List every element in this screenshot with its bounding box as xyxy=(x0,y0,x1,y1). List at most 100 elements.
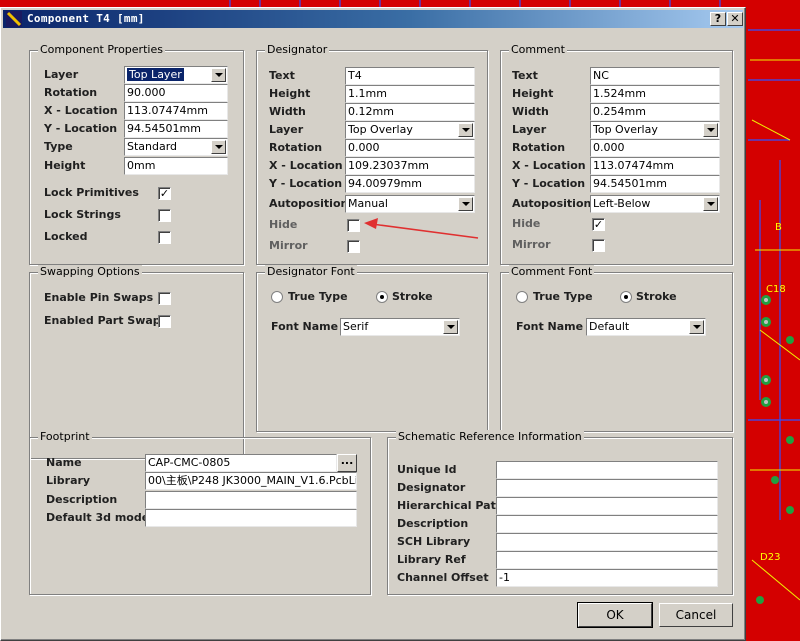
cancel-button[interactable]: Cancel xyxy=(659,603,733,627)
y-location-input[interactable]: 94.54501mm xyxy=(124,120,228,138)
comment-stroke-radio[interactable] xyxy=(620,291,632,303)
layer-select[interactable]: Top Layer xyxy=(124,66,228,84)
comment-font-group: Comment Font True Type Stroke Font Name … xyxy=(500,265,733,432)
channel-offset-input[interactable]: -1 xyxy=(496,569,718,587)
comment-rotation-label: Rotation xyxy=(512,141,566,154)
comment-rotation-input[interactable]: 0.000 xyxy=(590,139,720,157)
comment-autoposition-select[interactable]: Left-Below xyxy=(590,195,720,213)
comment-truetype-label: True Type xyxy=(533,290,593,303)
designator-layer-value: Top Overlay xyxy=(348,123,413,136)
designator-hide-checkbox[interactable] xyxy=(347,219,360,232)
designator-width-input[interactable]: 0.12mm xyxy=(345,103,475,121)
footprint-library-input[interactable]: 00\主板\P248 JK3000_MAIN_V1.6.PcbLib xyxy=(145,472,357,490)
pcb-silk-label: C18 xyxy=(766,284,786,295)
group-legend: Component Properties xyxy=(38,43,165,57)
comment-fontname-select[interactable]: Default xyxy=(586,318,706,336)
pin-swaps-label: Enable Pin Swaps xyxy=(44,291,154,304)
designator-rotation-label: Rotation xyxy=(269,141,323,154)
comment-mirror-checkbox[interactable] xyxy=(592,239,605,252)
comment-layer-select[interactable]: Top Overlay xyxy=(590,121,720,139)
help-button[interactable]: ? xyxy=(710,12,726,26)
comment-stroke-label: Stroke xyxy=(636,290,677,303)
pin-swaps-checkbox[interactable] xyxy=(158,292,171,305)
chevron-down-icon[interactable] xyxy=(211,68,226,82)
altium-app-icon xyxy=(6,11,22,27)
designator-y-input[interactable]: 94.00979mm xyxy=(345,175,475,193)
group-legend: Comment xyxy=(509,43,567,57)
designator-truetype-radio[interactable] xyxy=(271,291,283,303)
group-legend: Schematic Reference Information xyxy=(396,430,584,444)
chevron-down-icon[interactable] xyxy=(689,320,704,334)
comment-y-input[interactable]: 94.54501mm xyxy=(590,175,720,193)
footprint-name-input[interactable]: CAP-CMC-0805 xyxy=(145,454,337,472)
lock-primitives-label: Lock Primitives xyxy=(44,186,139,199)
part-swaps-checkbox[interactable] xyxy=(158,315,171,328)
browse-footprint-button[interactable]: ... xyxy=(337,454,357,472)
comment-width-label: Width xyxy=(512,105,549,118)
designator-fontname-select[interactable]: Serif xyxy=(340,318,460,336)
chevron-down-icon[interactable] xyxy=(443,320,458,334)
designator-x-label: X - Location xyxy=(269,159,343,172)
footprint-3dmodel-input[interactable] xyxy=(145,509,357,527)
designator-rotation-input[interactable]: 0.000 xyxy=(345,139,475,157)
designator-mirror-checkbox[interactable] xyxy=(347,240,360,253)
lock-primitives-checkbox[interactable]: ✓ xyxy=(158,187,171,200)
designator-x-input[interactable]: 109.23037mm xyxy=(345,157,475,175)
sch-description-input[interactable] xyxy=(496,515,718,533)
designator-truetype-label: True Type xyxy=(288,290,348,303)
comment-layer-label: Layer xyxy=(512,123,547,136)
comment-x-input[interactable]: 113.07474mm xyxy=(590,157,720,175)
type-select[interactable]: Standard xyxy=(124,138,228,156)
footprint-description-label: Description xyxy=(46,493,118,506)
comment-truetype-radio[interactable] xyxy=(516,291,528,303)
chevron-down-icon[interactable] xyxy=(211,140,226,154)
chevron-down-icon[interactable] xyxy=(458,123,473,137)
component-properties-group: Component Properties Layer Top Layer Rot… xyxy=(29,43,244,265)
window-title: Component T4 [mm] xyxy=(27,12,145,25)
comment-height-input[interactable]: 1.524mm xyxy=(590,85,720,103)
comment-autoposition-label: Autoposition xyxy=(512,197,592,210)
pcb-silk-label: B xyxy=(775,222,782,233)
designator-width-label: Width xyxy=(269,105,306,118)
designator-autoposition-value: Manual xyxy=(348,197,388,210)
designator-autoposition-select[interactable]: Manual xyxy=(345,195,475,213)
chevron-down-icon[interactable] xyxy=(703,123,718,137)
comment-autoposition-value: Left-Below xyxy=(593,197,651,210)
comment-text-input[interactable]: NC xyxy=(590,67,720,85)
unique-id-input[interactable] xyxy=(496,461,718,479)
designator-text-input[interactable]: T4 xyxy=(345,67,475,85)
chevron-down-icon[interactable] xyxy=(458,197,473,211)
lock-strings-checkbox[interactable] xyxy=(158,209,171,222)
sch-library-input[interactable] xyxy=(496,533,718,551)
x-location-label: X - Location xyxy=(44,104,118,117)
hierarchical-path-input[interactable] xyxy=(496,497,718,515)
comment-group: Comment Text NC Height 1.524mm Width 0.2… xyxy=(500,43,733,265)
x-location-input[interactable]: 113.07474mm xyxy=(124,102,228,120)
rotation-input[interactable]: 90.000 xyxy=(124,84,228,102)
ok-button[interactable]: OK xyxy=(577,602,653,628)
designator-layer-select[interactable]: Top Overlay xyxy=(345,121,475,139)
title-bar[interactable]: Component T4 [mm] ? ✕ xyxy=(3,10,743,28)
designator-stroke-label: Stroke xyxy=(392,290,433,303)
close-button[interactable]: ✕ xyxy=(727,12,743,26)
height-label: Height xyxy=(44,159,86,172)
library-ref-input[interactable] xyxy=(496,551,718,569)
locked-checkbox[interactable] xyxy=(158,231,171,244)
sch-designator-input[interactable] xyxy=(496,479,718,497)
library-ref-label: Library Ref xyxy=(397,553,466,566)
footprint-description-input[interactable] xyxy=(145,491,357,509)
y-location-label: Y - Location xyxy=(44,122,118,135)
designator-height-input[interactable]: 1.1mm xyxy=(345,85,475,103)
footprint-name-label: Name xyxy=(46,456,82,469)
chevron-down-icon[interactable] xyxy=(703,197,718,211)
layer-label: Layer xyxy=(44,68,79,81)
rotation-label: Rotation xyxy=(44,86,98,99)
designator-stroke-radio[interactable] xyxy=(376,291,388,303)
comment-width-input[interactable]: 0.254mm xyxy=(590,103,720,121)
height-input[interactable]: 0mm xyxy=(124,157,228,175)
comment-hide-checkbox[interactable]: ✓ xyxy=(592,218,605,231)
comment-hide-label: Hide xyxy=(512,217,541,230)
designator-text-label: Text xyxy=(269,69,295,82)
comment-height-label: Height xyxy=(512,87,554,100)
locked-label: Locked xyxy=(44,230,88,243)
